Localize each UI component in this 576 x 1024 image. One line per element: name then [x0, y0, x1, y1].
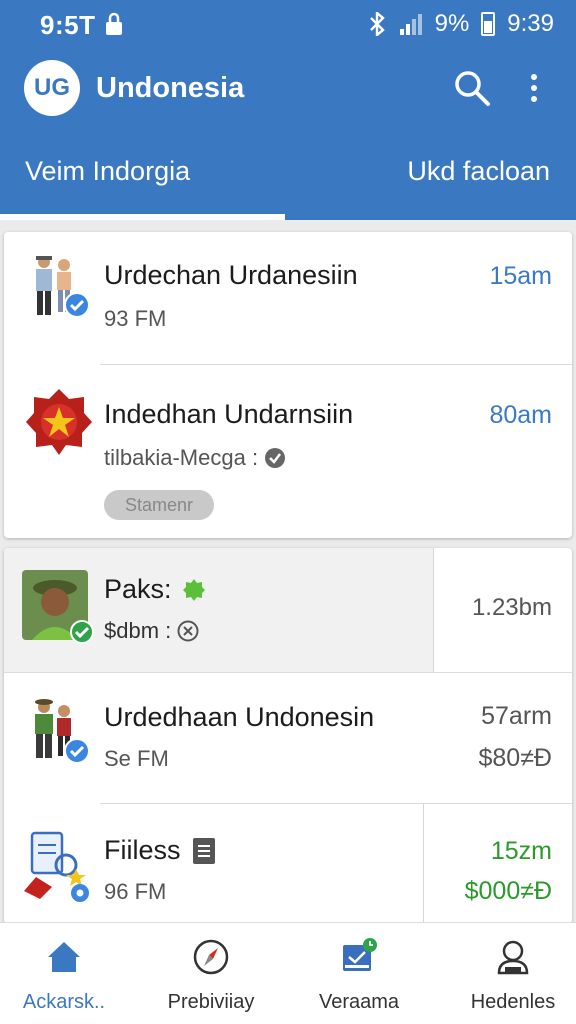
item-time: 57arm	[481, 702, 552, 730]
bottom-navigation: Ackarsk.. Prebiviiay Veraama Hedenles	[0, 922, 576, 1024]
item-time: 15am	[489, 262, 552, 290]
nav-label: Ackarsk..	[22, 991, 106, 1013]
nav-item-home[interactable]: Ackarsk..	[0, 937, 136, 1014]
nav-item-hedenles[interactable]: Hedenles	[441, 937, 576, 1014]
nav-item-veraama[interactable]: Veraama	[287, 937, 431, 1014]
document-icon	[192, 837, 215, 864]
item-title-row: Paks:	[104, 574, 206, 605]
item-subtitle: tilbakia-Mecga :	[104, 445, 259, 470]
item-time: 15zm	[490, 837, 552, 865]
item-title: Fiiless	[104, 835, 181, 865]
item-amount: $80≠Ɖ	[478, 744, 553, 772]
item-time: 80am	[489, 401, 552, 429]
list-item[interactable]: Urdedhaan Undonesin Se FM 57arm $80≠Ɖ	[4, 672, 572, 803]
nav-item-prebiviiay[interactable]: Prebiviiay	[139, 937, 283, 1014]
person-portrait-verified	[22, 570, 94, 644]
item-title: Urdechan Urdanesiin	[104, 260, 358, 290]
star-emblem-icon	[26, 389, 92, 455]
item-subtitle: $dbm :	[104, 618, 172, 643]
message-card-2: Paks: $dbm : 1.23bm Urdedhaan Undonesin …	[4, 548, 572, 924]
tab-indicator	[0, 214, 285, 220]
compass-icon	[193, 939, 229, 975]
list-item[interactable]: Indedhan Undarnsiin tilbakia-Mecga : 80a…	[4, 365, 572, 538]
status-chip[interactable]: Stamenr	[104, 490, 214, 520]
people-verified-icon	[35, 699, 90, 764]
item-title-row: Fiiless	[104, 835, 215, 866]
item-subtitle-row: tilbakia-Mecga :	[104, 445, 286, 471]
battery-icon	[481, 12, 496, 36]
status-bar: 9:5T 9% 9:39	[0, 0, 576, 52]
status-right: 9% 9:39	[367, 10, 554, 38]
bluetooth-icon	[369, 12, 385, 36]
status-time: 9:5T	[40, 10, 96, 40]
people-verified-icon	[36, 256, 90, 318]
item-title: Indedhan Undarnsiin	[104, 399, 354, 429]
battery-percent: 9%	[434, 10, 470, 37]
search-icon[interactable]	[452, 68, 492, 108]
tab-ukd-facloan[interactable]: Ukd facloan	[407, 156, 550, 202]
app-title: Undonesia	[96, 72, 245, 104]
nav-label: Veraama	[318, 991, 400, 1013]
item-title: Paks:	[104, 574, 172, 604]
list-item[interactable]: Paks: $dbm : 1.23bm	[4, 548, 572, 672]
profile-icon	[497, 940, 529, 975]
list-item[interactable]: Urdechan Urdanesiin 93 FM 15am	[4, 232, 572, 364]
nav-label: Hedenles	[470, 991, 556, 1013]
divider	[100, 803, 572, 804]
check-circle-icon	[265, 448, 286, 468]
status-clock: 9:39	[507, 10, 554, 37]
item-title: Urdedhaan Undonesin	[104, 702, 375, 732]
item-subtitle: 93 FM	[104, 306, 167, 331]
lock-icon	[106, 12, 122, 35]
app-bar: UG Undonesia Veim Indorgia Ukd facloan	[0, 52, 576, 220]
home-icon	[48, 942, 80, 972]
item-amount: $000≠Ɖ	[464, 877, 552, 905]
cancel-circle-icon	[177, 620, 199, 642]
files-icon	[24, 831, 89, 902]
more-options-icon[interactable]	[522, 68, 546, 108]
list-item[interactable]: Fiiless 96 FM 15zm $000≠Ɖ	[4, 803, 572, 924]
leaf-badge-icon	[182, 578, 205, 601]
item-time: 1.23bm	[471, 594, 552, 621]
divider	[4, 672, 572, 673]
tab-veim-indorgia[interactable]: Veim Indorgia	[25, 156, 190, 202]
app-logo[interactable]: UG	[24, 60, 80, 116]
signal-icon	[399, 14, 422, 35]
item-subtitle: 96 FM	[104, 879, 167, 904]
item-subtitle: Se FM	[104, 746, 169, 771]
inbox-icon	[343, 938, 377, 971]
message-card-1: Urdechan Urdanesiin 93 FM 15am Indedhan …	[4, 232, 572, 538]
item-subtitle-row: $dbm :	[104, 618, 199, 644]
nav-label: Prebiviiay	[167, 991, 255, 1013]
